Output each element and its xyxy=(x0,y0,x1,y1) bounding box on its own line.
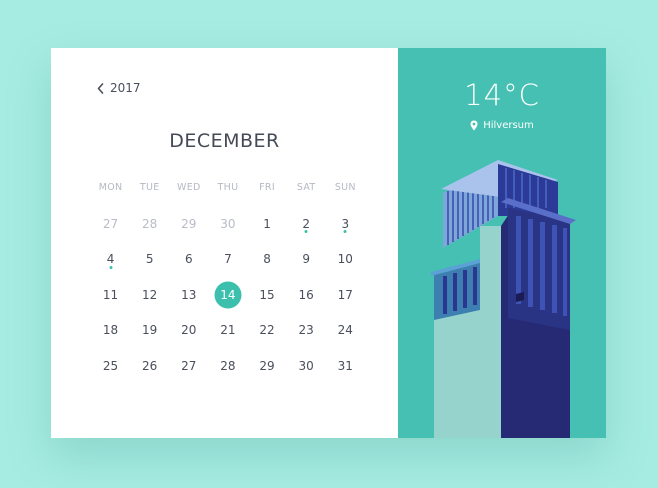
day-cell[interactable]: 10 xyxy=(326,242,365,278)
weekday-label: THU xyxy=(217,182,239,193)
day-number: 21 xyxy=(220,323,236,338)
day-cell[interactable]: 22 xyxy=(248,313,287,349)
day-number: 2 xyxy=(302,216,310,231)
day-cell[interactable]: 30 xyxy=(287,348,326,384)
location-label: Hilversum xyxy=(483,120,534,131)
day-cell[interactable]: 26 xyxy=(130,348,169,384)
weekday-header: MON TUE WED THU FRI SAT SUN xyxy=(91,182,365,193)
day-number: 16 xyxy=(298,287,314,302)
weekday-label: MON xyxy=(98,182,123,193)
day-number: 17 xyxy=(337,287,353,302)
day-number: 7 xyxy=(224,252,232,267)
day-number: 18 xyxy=(102,323,119,338)
previous-year-button[interactable]: 2017 xyxy=(97,81,141,95)
day-cell[interactable]: 15 xyxy=(248,277,287,313)
day-cell[interactable]: 17 xyxy=(326,277,365,313)
day-grid: 27 28 29 30 1 2 3 4 5 6 7 8 9 10 11 12 13 14 15 16 17 18 19 20 2… xyxy=(91,206,365,384)
day-cell[interactable]: 13 xyxy=(169,277,208,313)
day-cell[interactable]: 24 xyxy=(326,313,365,349)
day-number: 5 xyxy=(145,252,154,267)
weekday-label: TUE xyxy=(139,182,160,193)
calendar-weather-card: 2017 DECEMBER MON TUE WED THU FRI SAT SUN 27 28… xyxy=(51,48,606,438)
day-cell[interactable]: 19 xyxy=(130,313,169,349)
chevron-left-icon xyxy=(97,82,104,94)
day-cell[interactable]: 27 xyxy=(169,348,208,384)
calendar-panel: 2017 DECEMBER MON TUE WED THU FRI SAT SUN 27 28… xyxy=(51,48,398,438)
day-number: 8 xyxy=(263,252,271,267)
day-number: 30 xyxy=(298,358,314,373)
day-number: 12 xyxy=(142,287,158,302)
day-number: 23 xyxy=(298,323,314,338)
day-number: 31 xyxy=(337,358,353,373)
day-number: 28 xyxy=(142,216,158,231)
day-number: 10 xyxy=(337,252,353,267)
day-cell[interactable]: 29 xyxy=(169,206,208,242)
day-number: 3 xyxy=(341,216,350,231)
day-cell[interactable]: 8 xyxy=(248,242,287,278)
day-cell[interactable]: 6 xyxy=(169,242,208,278)
day-cell[interactable]: 30 xyxy=(208,206,247,242)
day-cell[interactable]: 21 xyxy=(208,313,247,349)
day-number: 27 xyxy=(181,358,197,373)
day-number: 13 xyxy=(181,287,197,302)
day-cell[interactable]: 23 xyxy=(287,313,326,349)
day-cell[interactable]: 20 xyxy=(169,313,208,349)
day-cell[interactable]: 2 xyxy=(287,206,326,242)
day-cell[interactable]: 4 xyxy=(91,242,130,278)
day-cell[interactable]: 12 xyxy=(130,277,169,313)
weekday-label: WED xyxy=(177,182,201,193)
location: Hilversum xyxy=(398,120,606,131)
day-number: 27 xyxy=(102,216,119,231)
day-cell[interactable]: 28 xyxy=(130,206,169,242)
day-number: 29 xyxy=(259,358,275,373)
weekday-label: FRI xyxy=(259,182,275,193)
day-cell-selected[interactable]: 14 xyxy=(208,277,247,313)
day-number: 25 xyxy=(102,358,119,373)
day-number: 19 xyxy=(142,323,158,338)
day-number: 26 xyxy=(142,358,158,373)
day-cell[interactable]: 9 xyxy=(287,242,326,278)
temperature: 14°C xyxy=(464,78,540,112)
day-number: 24 xyxy=(337,323,353,338)
day-cell[interactable]: 25 xyxy=(91,348,130,384)
day-cell[interactable]: 18 xyxy=(91,313,130,349)
day-cell[interactable]: 31 xyxy=(326,348,365,384)
day-number: 4 xyxy=(106,252,115,267)
day-cell[interactable]: 11 xyxy=(91,277,130,313)
month-title: DECEMBER xyxy=(169,130,280,152)
day-number: 28 xyxy=(220,358,236,373)
day-number: 29 xyxy=(181,216,197,231)
day-number: 22 xyxy=(259,323,275,338)
weekday-label: SUN xyxy=(334,182,356,193)
day-cell[interactable]: 27 xyxy=(91,206,130,242)
day-cell[interactable]: 5 xyxy=(130,242,169,278)
day-number: 30 xyxy=(220,216,236,231)
day-cell[interactable]: 28 xyxy=(208,348,247,384)
weather-panel: 14°C Hilversum xyxy=(398,48,606,438)
day-cell[interactable]: 3 xyxy=(326,206,365,242)
year-label: 2017 xyxy=(110,81,141,95)
weekday-label: SAT xyxy=(296,182,316,193)
day-number: 9 xyxy=(302,252,310,267)
day-number: 6 xyxy=(184,252,193,267)
day-number: 1 xyxy=(263,216,271,231)
day-number: 15 xyxy=(259,287,275,302)
day-number: 14 xyxy=(220,287,236,302)
day-cell[interactable]: 16 xyxy=(287,277,326,313)
day-number: 11 xyxy=(102,287,119,302)
day-cell[interactable]: 7 xyxy=(208,242,247,278)
day-number: 20 xyxy=(181,323,197,338)
map-pin-icon xyxy=(470,120,478,131)
day-cell[interactable]: 1 xyxy=(248,206,287,242)
day-cell[interactable]: 29 xyxy=(248,348,287,384)
